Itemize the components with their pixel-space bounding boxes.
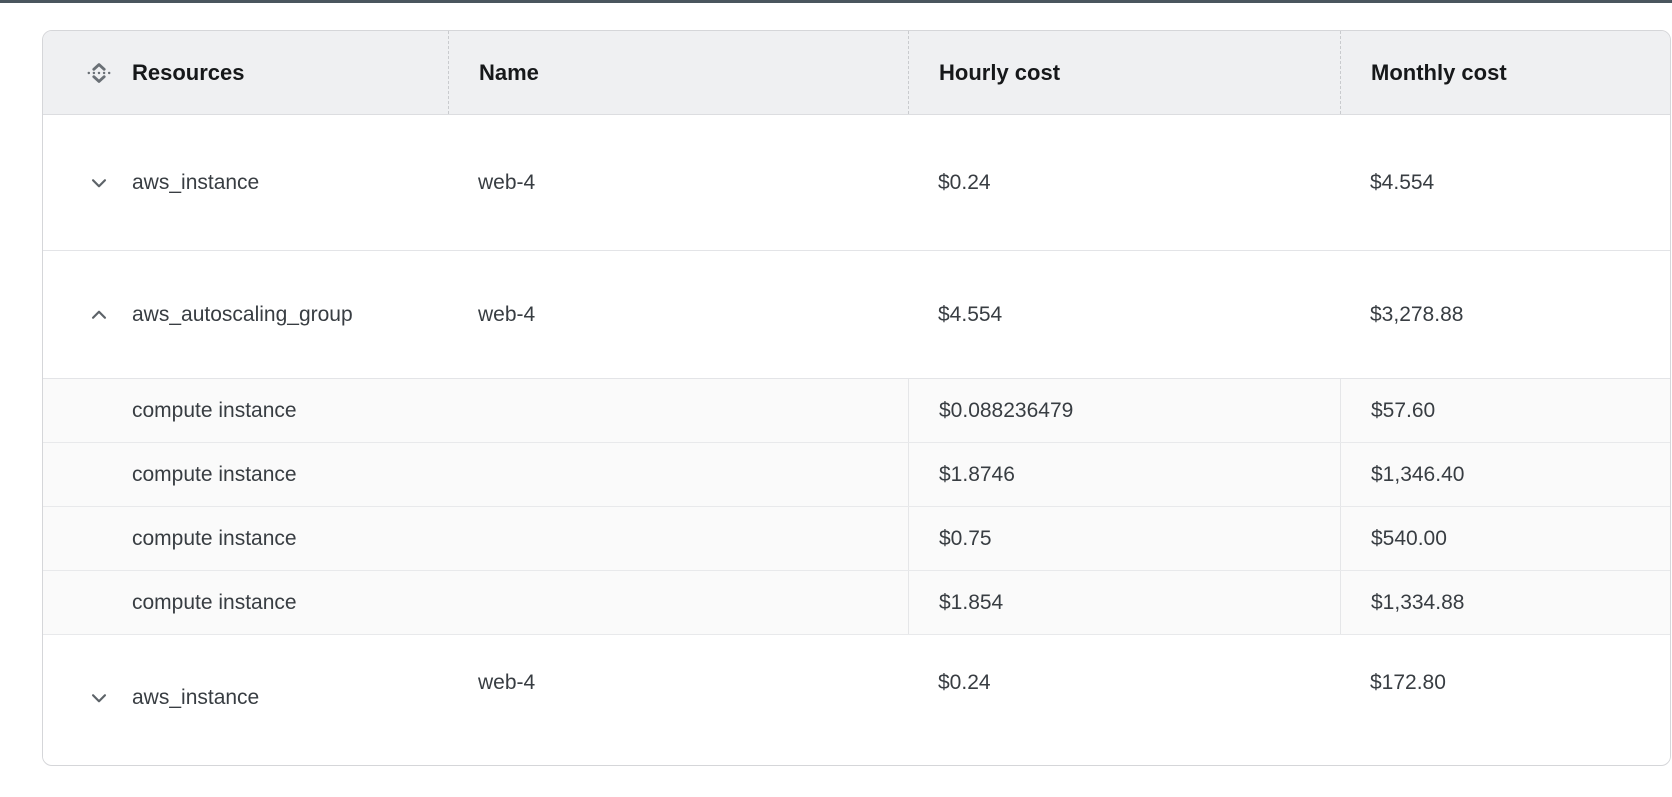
column-header-resources: Resources [43, 31, 448, 114]
name-cell: web-4 [448, 115, 908, 250]
hourly-cost-cell: $0.24 [908, 620, 1340, 747]
hourly-cost-cell: $0.088236479 [908, 379, 1340, 442]
top-accent-bar [0, 0, 1672, 3]
cost-breakdown-table: Resources Name Hourly cost Monthly cost … [42, 30, 1671, 766]
column-header-label: Monthly cost [1371, 60, 1507, 86]
monthly-cost-cell: $3,278.88 [1340, 251, 1670, 378]
table-row[interactable]: aws_instance web-4 $0.24 $172.80 [43, 635, 1670, 762]
column-header-label: Name [479, 60, 539, 86]
resource-cell: aws_autoscaling_group [43, 251, 448, 378]
column-header-label: Hourly cost [939, 60, 1060, 86]
sub-row: compute instance $0.088236479 $57.60 [43, 379, 1670, 443]
column-header-monthly-cost: Monthly cost [1340, 31, 1670, 114]
column-header-label: Resources [132, 60, 245, 86]
monthly-cost-cell: $172.80 [1340, 620, 1670, 747]
name-cell: web-4 [448, 251, 908, 378]
chevron-down-icon[interactable] [86, 685, 112, 711]
name-cell: web-4 [448, 620, 908, 747]
column-header-name: Name [448, 31, 908, 114]
resource-cell: aws_instance [43, 635, 448, 762]
sub-row: compute instance $1.8746 $1,346.40 [43, 443, 1670, 507]
sub-row: compute instance $0.75 $540.00 [43, 507, 1670, 571]
column-header-hourly-cost: Hourly cost [908, 31, 1340, 114]
hourly-cost-cell: $4.554 [908, 251, 1340, 378]
hourly-cost-cell: $0.24 [908, 115, 1340, 250]
resource-type: aws_autoscaling_group [132, 303, 353, 327]
monthly-cost-cell: $1,346.40 [1340, 443, 1670, 506]
chevron-up-icon[interactable] [86, 302, 112, 328]
monthly-cost-cell: $57.60 [1340, 379, 1670, 442]
table-row[interactable]: aws_instance web-4 $0.24 $4.554 [43, 115, 1670, 251]
drag-reorder-icon[interactable] [86, 60, 112, 86]
table-header-row: Resources Name Hourly cost Monthly cost [43, 31, 1670, 115]
resource-cell: aws_instance [43, 115, 448, 250]
sub-resource-cell: compute instance [43, 507, 908, 570]
resource-type: aws_instance [132, 171, 259, 195]
resource-type: aws_instance [132, 686, 259, 710]
sub-resource-cell: compute instance [43, 379, 908, 442]
sub-resource-cell: compute instance [43, 443, 908, 506]
hourly-cost-cell: $0.75 [908, 507, 1340, 570]
monthly-cost-cell: $4.554 [1340, 115, 1670, 250]
table-row[interactable]: aws_autoscaling_group web-4 $4.554 $3,27… [43, 251, 1670, 379]
chevron-down-icon[interactable] [86, 170, 112, 196]
hourly-cost-cell: $1.8746 [908, 443, 1340, 506]
monthly-cost-cell: $540.00 [1340, 507, 1670, 570]
